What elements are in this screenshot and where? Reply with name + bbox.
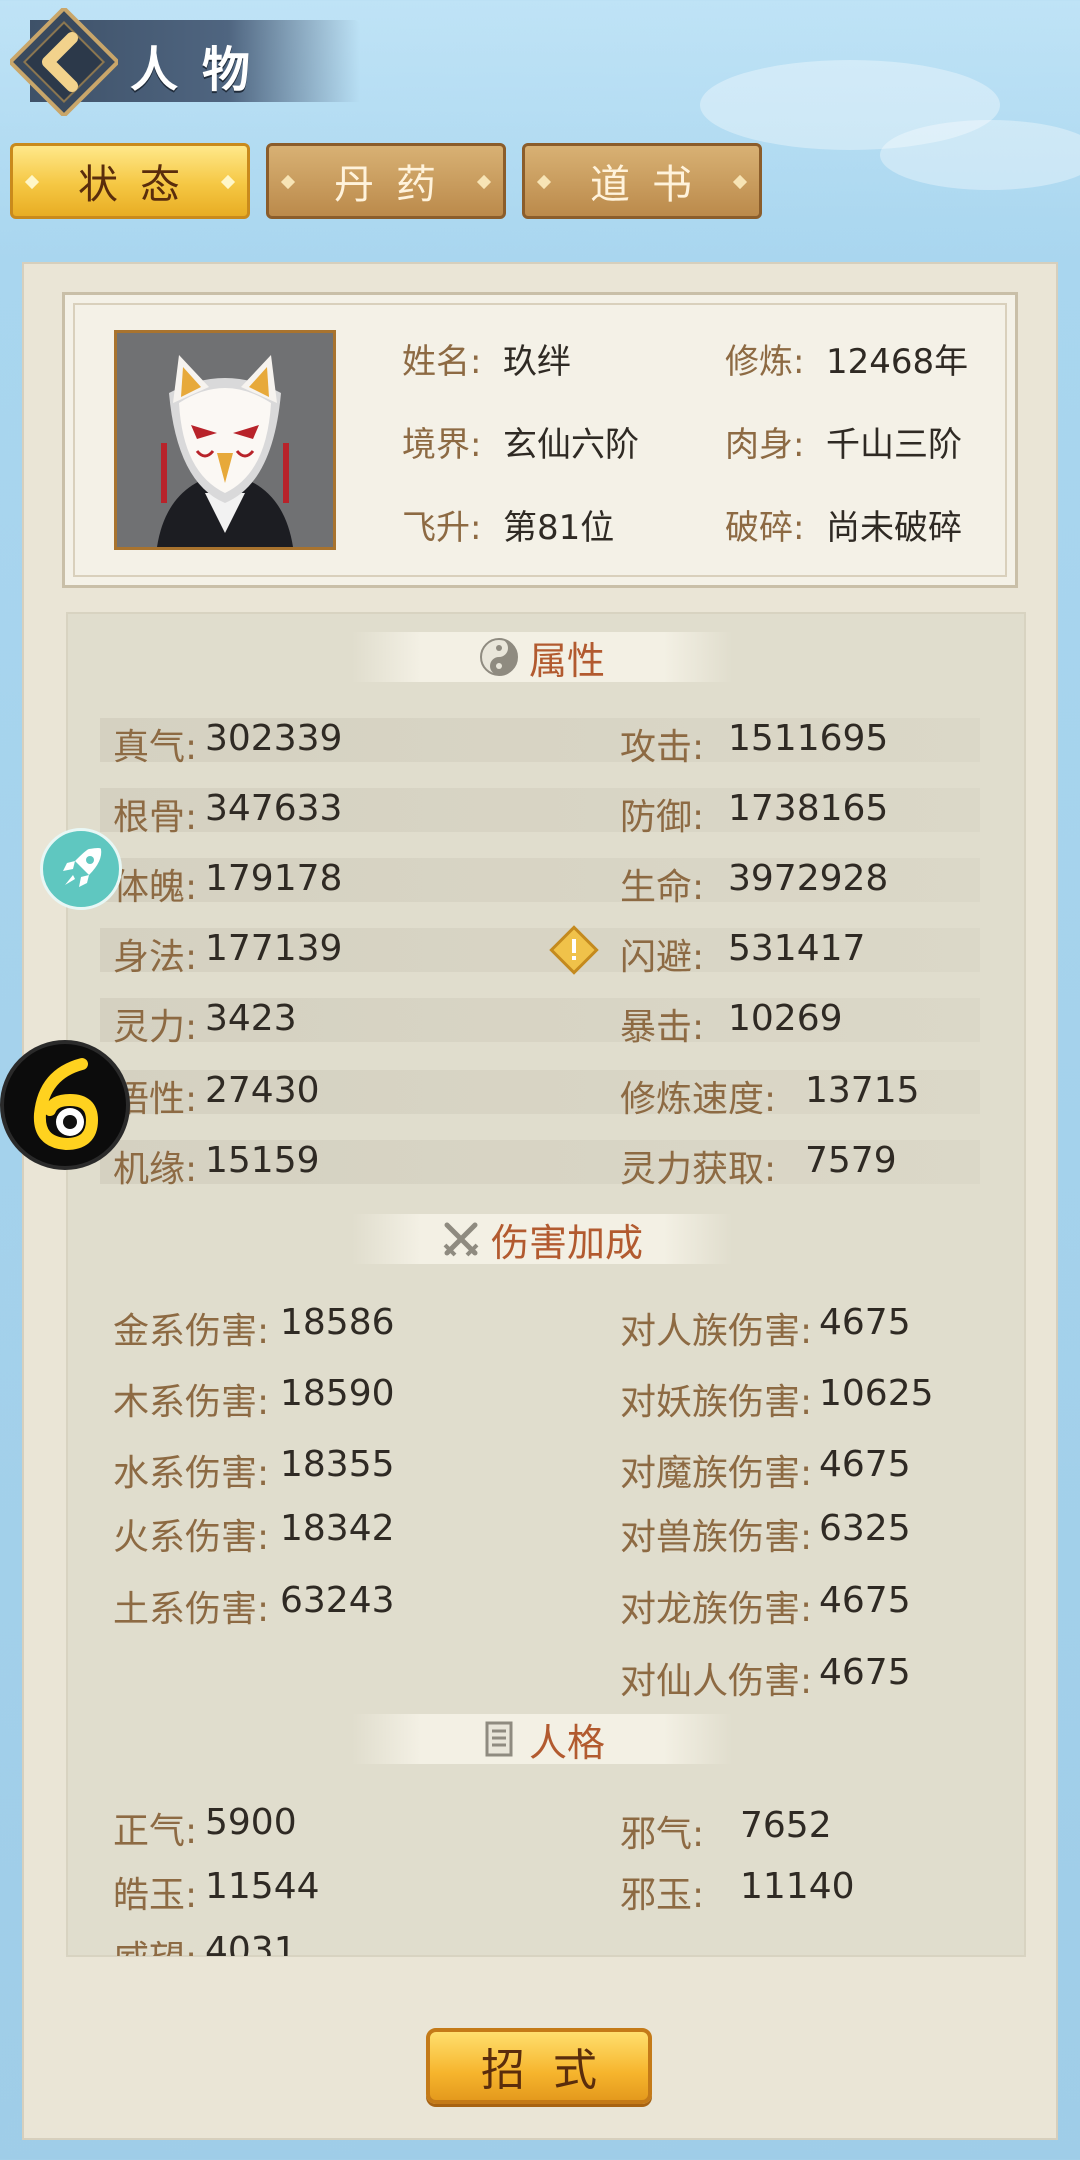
stat-label: 木系伤害: bbox=[113, 1382, 270, 1423]
stat-value: 1511695 bbox=[728, 718, 889, 759]
stat-label: 闪避: bbox=[620, 937, 705, 978]
skills-button[interactable]: 招式 bbox=[426, 2028, 652, 2104]
stat-label: 对魔族伤害: bbox=[620, 1453, 813, 1494]
stat-value: 4031 bbox=[205, 1930, 297, 1956]
stat-value: 11140 bbox=[740, 1866, 855, 1907]
stat-label: 对人族伤害: bbox=[620, 1311, 813, 1352]
stat-label: 金系伤害: bbox=[113, 1311, 270, 1352]
fox-mask-icon bbox=[117, 333, 333, 547]
realm-label: 境界: bbox=[402, 425, 482, 465]
stat-value: 10269 bbox=[728, 998, 843, 1039]
stat-value: 179178 bbox=[205, 858, 343, 899]
personality-title: 人格 bbox=[528, 1720, 605, 1765]
tab-label: 状态 bbox=[78, 162, 202, 208]
realm-value: 玄仙六阶 bbox=[503, 425, 639, 465]
stat-label: 正气: bbox=[113, 1811, 198, 1852]
stat-label: 防御: bbox=[620, 797, 705, 838]
six-icon bbox=[33, 1058, 99, 1151]
attributes-title: 属性 bbox=[528, 638, 605, 683]
stat-label: 生命: bbox=[620, 867, 705, 908]
stat-label: 邪玉: bbox=[620, 1875, 705, 1916]
stat-value: 13715 bbox=[805, 1070, 920, 1111]
stat-value: 5900 bbox=[205, 1802, 297, 1843]
attributes-section-header: 属性 bbox=[352, 632, 732, 683]
body-value: 千山三阶 bbox=[826, 425, 962, 465]
yin-yang-icon bbox=[479, 638, 518, 676]
stat-label: 攻击: bbox=[620, 727, 705, 768]
stat-label: 灵力获取: bbox=[620, 1149, 777, 1190]
stat-label: 对仙人伤害: bbox=[620, 1661, 813, 1702]
back-button[interactable] bbox=[7, 5, 121, 119]
stat-value: 531417 bbox=[728, 928, 866, 969]
back-arrow-icon bbox=[7, 5, 121, 119]
stat-label: 灵力: bbox=[113, 1007, 198, 1048]
stat-label: 对兽族伤害: bbox=[620, 1517, 813, 1558]
stat-value: 63243 bbox=[280, 1580, 395, 1621]
clipped-row: 威望: 4031 bbox=[100, 1922, 500, 1956]
stat-label: 皓玉: bbox=[113, 1875, 198, 1916]
stat-label: 暴击: bbox=[620, 1007, 705, 1048]
stat-label: 根骨: bbox=[113, 797, 198, 838]
tab-pills[interactable]: 丹药 bbox=[266, 143, 506, 219]
cultivation-value: 12468年 bbox=[826, 342, 969, 382]
stat-label: 威望: bbox=[113, 1930, 197, 1956]
stat-value: 177139 bbox=[205, 928, 343, 969]
damage-title: 伤害加成 bbox=[490, 1220, 643, 1265]
tab-books[interactable]: 道书 bbox=[522, 143, 762, 219]
stat-label: 修炼速度: bbox=[620, 1079, 777, 1120]
stat-label: 身法: bbox=[113, 937, 198, 978]
avatar bbox=[114, 330, 336, 550]
ascension-value: 第81位 bbox=[503, 508, 615, 548]
stat-label: 邪气: bbox=[620, 1814, 705, 1855]
stat-label: 对龙族伤害: bbox=[620, 1589, 813, 1630]
warning-icon[interactable] bbox=[548, 924, 600, 976]
shatter-value: 尚未破碎 bbox=[826, 508, 962, 548]
tab-label: 道书 bbox=[590, 162, 714, 208]
stat-value: 27430 bbox=[205, 1070, 320, 1111]
stat-label: 体魄: bbox=[113, 867, 198, 908]
stat-value: 15159 bbox=[205, 1140, 320, 1181]
personality-section-header: 人格 bbox=[352, 1714, 732, 1765]
stat-value: 3423 bbox=[205, 998, 297, 1039]
ascension-label: 飞升: bbox=[402, 508, 482, 548]
stat-value: 1738165 bbox=[728, 788, 889, 829]
stat-value: 4675 bbox=[819, 1652, 911, 1693]
stat-value: 18355 bbox=[280, 1444, 395, 1485]
stat-value: 18342 bbox=[280, 1508, 395, 1549]
stat-label: 真气: bbox=[113, 727, 198, 768]
stat-label: 火系伤害: bbox=[113, 1517, 270, 1558]
stat-value: 347633 bbox=[205, 788, 343, 829]
stat-value: 3972928 bbox=[728, 858, 889, 899]
rocket-icon bbox=[63, 848, 102, 887]
tab-label: 丹药 bbox=[334, 162, 458, 208]
page-title: 人物 bbox=[130, 42, 275, 98]
stat-value: 18590 bbox=[280, 1373, 395, 1414]
tab-status[interactable]: 状态 bbox=[10, 143, 250, 219]
stat-value: 302339 bbox=[205, 718, 343, 759]
stat-label: 土系伤害: bbox=[113, 1589, 270, 1630]
stat-value: 4675 bbox=[819, 1302, 911, 1343]
stat-value: 10625 bbox=[819, 1373, 934, 1414]
stat-value: 7652 bbox=[740, 1805, 832, 1846]
stat-value: 11544 bbox=[205, 1866, 320, 1907]
stat-value: 6325 bbox=[819, 1508, 911, 1549]
body-label: 肉身: bbox=[725, 425, 805, 465]
sky-cloud bbox=[880, 120, 1080, 190]
scroll-book-icon bbox=[485, 1721, 513, 1757]
rocket-button[interactable] bbox=[40, 828, 122, 910]
crossed-swords-icon bbox=[443, 1222, 479, 1257]
damage-section-header: 伤害加成 bbox=[352, 1214, 732, 1265]
stat-label: 对妖族伤害: bbox=[620, 1382, 813, 1423]
stat-value: 18586 bbox=[280, 1302, 395, 1343]
stat-value: 4675 bbox=[819, 1580, 911, 1621]
name-label: 姓名: bbox=[402, 342, 482, 382]
shatter-label: 破碎: bbox=[725, 508, 805, 548]
stat-label: 水系伤害: bbox=[113, 1453, 270, 1494]
six-badge-button[interactable] bbox=[0, 1040, 130, 1170]
skills-button-label: 招式 bbox=[481, 2045, 625, 2096]
cultivation-label: 修炼: bbox=[725, 342, 805, 382]
stat-value: 7579 bbox=[805, 1140, 897, 1181]
stat-value: 4675 bbox=[819, 1444, 911, 1485]
name-value: 玖绊 bbox=[503, 342, 571, 382]
